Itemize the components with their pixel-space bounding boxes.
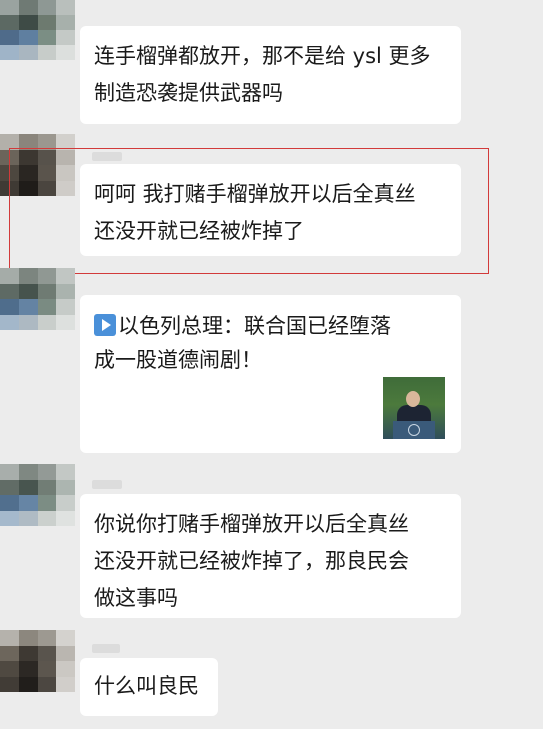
link-thumbnail [383, 377, 445, 439]
link-title-line: 以色列总理：联合国已经堕落 [94, 309, 447, 343]
sender-name-blur [92, 152, 122, 161]
un-emblem-icon [408, 424, 420, 436]
link-title-line: 成一股道德闹剧！ [94, 343, 447, 377]
avatar[interactable] [0, 134, 75, 196]
link-title-text: 以色列总理：联合国已经堕落 [118, 314, 391, 338]
avatar[interactable] [0, 630, 75, 692]
message-bubble[interactable]: 你说你打赌手榴弹放开以后全真丝 还没开就已经被炸掉了，那良民会 做这事吗 [80, 494, 461, 618]
sender-name-blur [92, 644, 120, 653]
message-text: 还没开就已经被炸掉了 [94, 219, 304, 243]
message-text: 做这事吗 [94, 586, 178, 610]
message-text: 还没开就已经被炸掉了，那良民会 [94, 549, 409, 573]
message-text: 你说你打赌手榴弹放开以后全真丝 [94, 512, 409, 536]
message-text: 连手榴弹都放开，那不是给 ysl 更多 [94, 44, 431, 68]
message-text: 呵呵 我打赌手榴弹放开以后全真丝 [94, 182, 416, 206]
message-bubble[interactable]: 呵呵 我打赌手榴弹放开以后全真丝 还没开就已经被炸掉了 [80, 164, 461, 256]
message-text: 制造恐袭提供武器吗 [94, 81, 283, 105]
link-title-text: 成一股道德闹剧！ [94, 348, 262, 372]
avatar[interactable] [0, 268, 75, 330]
sender-name-blur [92, 480, 122, 489]
avatar[interactable] [0, 0, 75, 60]
message-bubble[interactable]: 连手榴弹都放开，那不是给 ysl 更多 制造恐袭提供武器吗 [80, 26, 461, 124]
link-card[interactable]: 以色列总理：联合国已经堕落 成一股道德闹剧！ [80, 295, 461, 453]
avatar[interactable] [0, 464, 75, 526]
play-icon [94, 314, 116, 336]
message-text: 什么叫良民 [94, 674, 199, 698]
message-bubble[interactable]: 什么叫良民 [80, 658, 218, 716]
